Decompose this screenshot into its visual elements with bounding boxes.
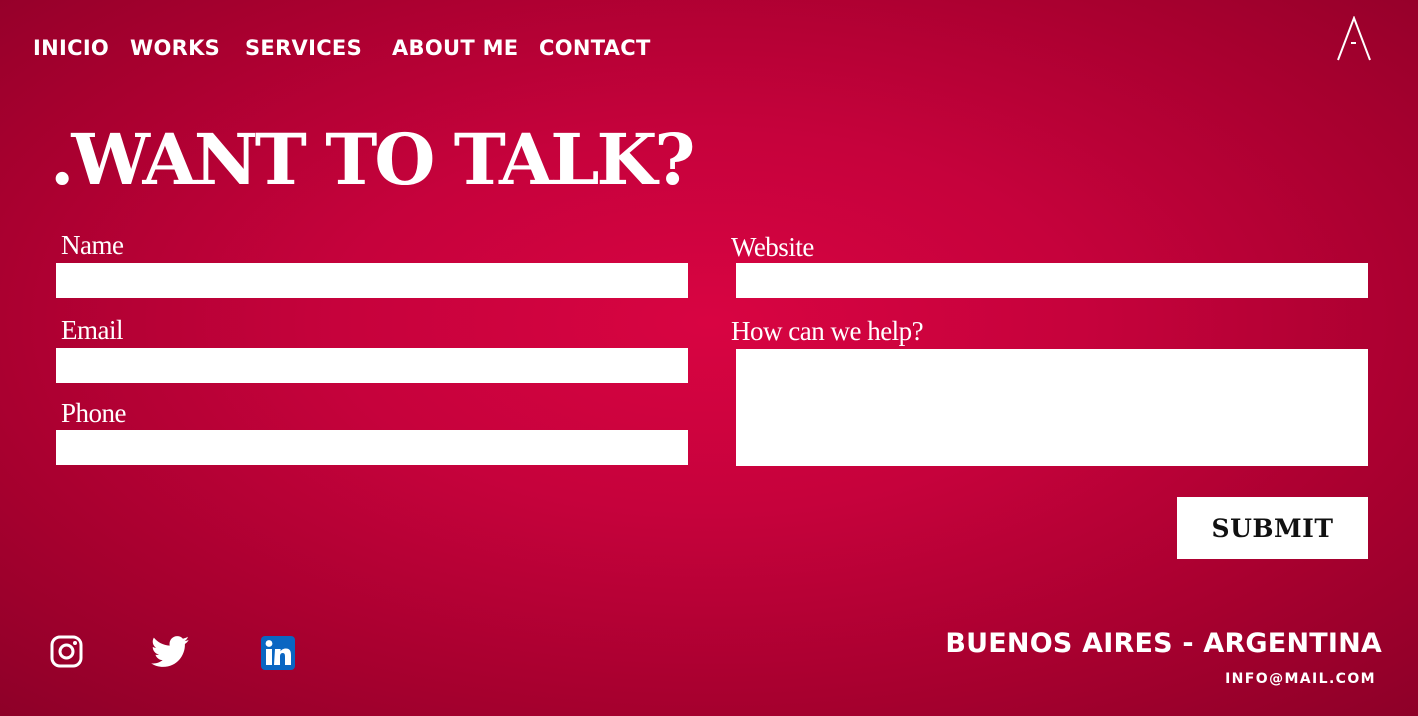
name-field[interactable] bbox=[56, 263, 688, 298]
website-label: Website bbox=[731, 232, 814, 262]
nav-item-inicio[interactable]: INICIO bbox=[33, 33, 109, 63]
nav-item-contact[interactable]: CONTACT bbox=[539, 33, 651, 63]
email-field[interactable] bbox=[56, 348, 688, 383]
nav-item-works[interactable]: WORKS bbox=[130, 33, 220, 63]
twitter-icon[interactable] bbox=[151, 636, 190, 672]
help-message-field[interactable] bbox=[736, 349, 1368, 466]
page-title: .WANT TO TALK? bbox=[50, 118, 695, 201]
linkedin-icon[interactable] bbox=[261, 636, 295, 674]
website-field[interactable] bbox=[736, 263, 1368, 298]
nav-item-services[interactable]: SERVICES bbox=[245, 33, 362, 63]
footer-location: BUENOS AIRES - ARGENTINA bbox=[945, 628, 1382, 659]
phone-field[interactable] bbox=[56, 430, 688, 465]
help-label: How can we help? bbox=[731, 316, 924, 346]
letter-a-logo[interactable] bbox=[1336, 15, 1372, 62]
nav-item-about-me[interactable]: ABOUT ME bbox=[392, 33, 518, 63]
footer-email-link[interactable]: INFO@MAIL.COM bbox=[1225, 669, 1376, 689]
email-label: Email bbox=[61, 315, 123, 345]
letter-a-logo-icon bbox=[1337, 15, 1371, 61]
phone-label: Phone bbox=[61, 398, 127, 428]
instagram-icon[interactable] bbox=[50, 635, 83, 672]
name-label: Name bbox=[61, 230, 124, 260]
submit-button[interactable]: SUBMIT bbox=[1177, 497, 1368, 559]
